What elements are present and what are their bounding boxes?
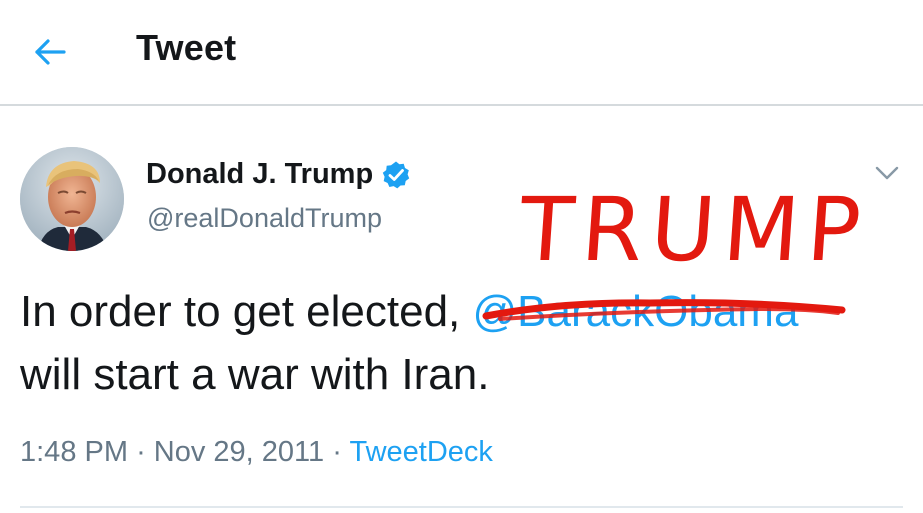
page-title: Tweet — [136, 27, 237, 68]
back-button[interactable] — [30, 34, 70, 70]
more-options-button[interactable] — [872, 160, 902, 186]
author-name-text: Donald J. Trump — [146, 158, 374, 190]
author-handle[interactable]: @realDonaldTrump — [147, 203, 382, 234]
arrow-left-icon — [35, 39, 66, 65]
tweet-text: In order to get elected, @BarackObama wi… — [20, 280, 910, 406]
handwritten-annotation: TRUMP — [516, 178, 872, 281]
verified-badge-icon — [381, 160, 411, 190]
top-bar: Tweet — [0, 0, 923, 106]
tweet-metadata: 1:48 PM · Nov 29, 2011 · TweetDeck — [20, 436, 493, 469]
avatar[interactable] — [20, 147, 124, 251]
divider — [20, 506, 903, 508]
tweet-detail-screen: Tweet Donald J. Trump @realDonaldTrump I… — [0, 0, 923, 513]
profile-photo — [20, 147, 124, 251]
tweet-text-part-1: In order to get elected, — [20, 287, 461, 336]
tweet-time: 1:48 PM — [20, 436, 128, 468]
tweet-source-link[interactable]: TweetDeck — [349, 436, 492, 468]
tweet-date: Nov 29, 2011 — [153, 436, 325, 468]
tweet-text-part-2: will start a war with Iran. — [20, 350, 490, 399]
chevron-down-icon — [875, 166, 899, 180]
mention-link[interactable]: @BarackObama — [473, 287, 799, 336]
meta-separator: · — [136, 436, 146, 468]
author-name[interactable]: Donald J. Trump — [146, 158, 411, 191]
meta-separator: · — [332, 436, 342, 468]
